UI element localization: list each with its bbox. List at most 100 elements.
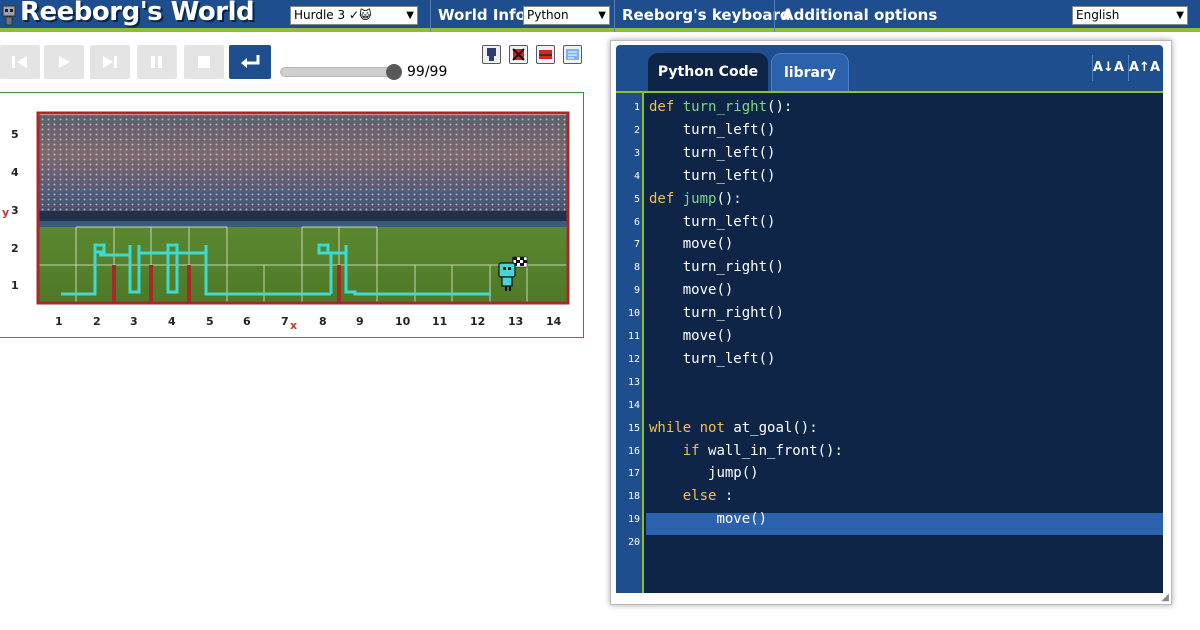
editor-panel: Python Code library A↓A A↑A 1 2 3 4 5 6 7 8 9 10 1… [610,40,1172,605]
resize-handle-icon[interactable]: ◢ [1161,592,1169,603]
divider [774,0,775,32]
line-number: 9 [633,285,640,297]
remove-object-button[interactable] [509,45,528,64]
decrease-font-button[interactable]: A↓A [1092,55,1124,81]
run-icon [59,56,70,68]
notes-icon [566,49,579,60]
go-to-start-button[interactable] [0,45,40,79]
line-number: 14 [627,399,640,411]
x-label: 1 [55,315,63,328]
reverse-step-button[interactable] [229,45,271,79]
line-number: 16 [627,445,640,457]
flag-button[interactable] [536,45,555,64]
chevron-down-icon: ▼ [598,10,606,21]
keyboard-button[interactable]: Reeborg's keyboard [622,6,791,24]
code-line: if wall_in_front(): [682,442,843,459]
divider [614,0,615,32]
x-label: 9 [356,315,364,328]
stadium-background [39,115,567,303]
robot-logo-icon [2,5,16,26]
y-label: 4 [11,166,19,179]
code-line: move() [682,282,734,299]
chevron-down-icon: ▼ [406,10,414,21]
language-select[interactable]: Python ▼ [523,6,610,25]
world-select-value: Hurdle 3 ✓😺 [294,8,372,22]
progress-slider-thumb[interactable] [386,64,402,80]
world-info-button[interactable]: World Info [438,6,526,24]
x-axis-letter: x [290,319,297,332]
pause-button[interactable] [137,45,177,79]
x-label: 11 [432,315,447,328]
line-number: 10 [627,308,640,320]
line-number: 2 [633,124,640,136]
line-number: 15 [627,422,640,434]
line-number: 12 [627,353,640,365]
code-line: turn_left() [682,213,776,230]
line-number: 7 [633,239,640,251]
y-axis-labels: 5 4 3 2 1 y [2,128,19,292]
x-label: 4 [168,315,176,328]
x-label: 6 [243,315,251,328]
x-label: 12 [470,315,485,328]
line-number-gutter: 1 2 3 4 5 6 7 8 9 10 11 12 13 14 15 16 17 18 19 20 [616,93,644,593]
ui-language-select[interactable]: English ▼ [1072,6,1188,25]
line-number: 8 [633,262,640,274]
code-line: while not at_goal(): [649,419,818,436]
ui-language-select-value: English [1076,8,1120,22]
editor-container: Python Code library A↓A A↑A 1 2 3 4 5 6 7 8 9 10 1… [616,45,1163,593]
code-line: else : [682,488,734,505]
code-line: move() [682,236,734,253]
tab-python-code[interactable]: Python Code [648,53,768,91]
y-label: 1 [11,279,19,292]
y-axis-letter: y [2,206,9,219]
code-line: move() [682,328,734,344]
line-number: 5 [633,193,640,205]
line-number: 11 [627,331,640,342]
x-axis-labels: 1 2 3 4 5 6 7 8 9 10 11 12 13 14 x [55,315,562,332]
line-number: 19 [627,514,640,526]
step-icon [103,56,117,68]
x-label: 3 [130,315,138,328]
code-line: turn_left() [682,167,776,184]
world-select[interactable]: Hurdle 3 ✓😺 ▼ [290,6,418,25]
y-label: 2 [11,242,19,255]
step-button[interactable] [90,45,130,79]
world-canvas[interactable]: 5 4 3 2 1 y 1 2 3 4 5 6 7 8 9 10 11 12 1… [0,93,585,339]
x-label: 13 [508,315,523,328]
y-label: 5 [11,128,19,141]
edit-world-button[interactable] [482,45,501,64]
stop-button[interactable] [184,45,224,79]
reverse-step-icon [241,55,260,68]
notes-button[interactable] [563,45,582,64]
line-number: 4 [633,170,640,182]
divider [430,0,431,32]
x-label: 14 [546,315,562,328]
x-label: 7 [281,315,289,328]
code-line: jump() [708,465,759,482]
top-bar: Reeborg's World Hurdle 3 ✓😺 ▼ World Info… [0,0,1200,32]
line-number: 18 [627,491,640,503]
progress-slider-track[interactable] [280,67,397,77]
x-label: 5 [206,315,214,328]
code-editor[interactable]: 1 2 3 4 5 6 7 8 9 10 11 12 13 14 15 16 17 18 19 20 def turn… [616,91,1163,593]
tab-library[interactable]: library [771,53,849,91]
go-to-start-icon [12,56,27,68]
step-counter: 99/99 [407,64,448,80]
stop-icon [198,56,210,68]
additional-options-button[interactable]: Additional options [782,6,937,24]
run-button[interactable] [44,45,84,79]
code-line: turn_right() [682,259,784,276]
code-line: def jump(): [649,190,742,207]
chevron-down-icon: ▼ [1176,10,1184,21]
line-number: 13 [627,376,640,388]
increase-font-button[interactable]: A↑A [1128,55,1160,81]
line-number: 1 [633,102,640,113]
line-number: 6 [633,216,640,228]
code-line: move() [716,511,768,528]
world-panel: 5 4 3 2 1 y 1 2 3 4 5 6 7 8 9 10 11 12 1… [0,92,584,338]
language-select-value: Python [527,8,569,22]
code-line: turn_left() [682,121,776,138]
pause-icon [151,56,162,68]
line-number: 3 [633,147,640,159]
code-line: turn_right() [682,305,784,322]
